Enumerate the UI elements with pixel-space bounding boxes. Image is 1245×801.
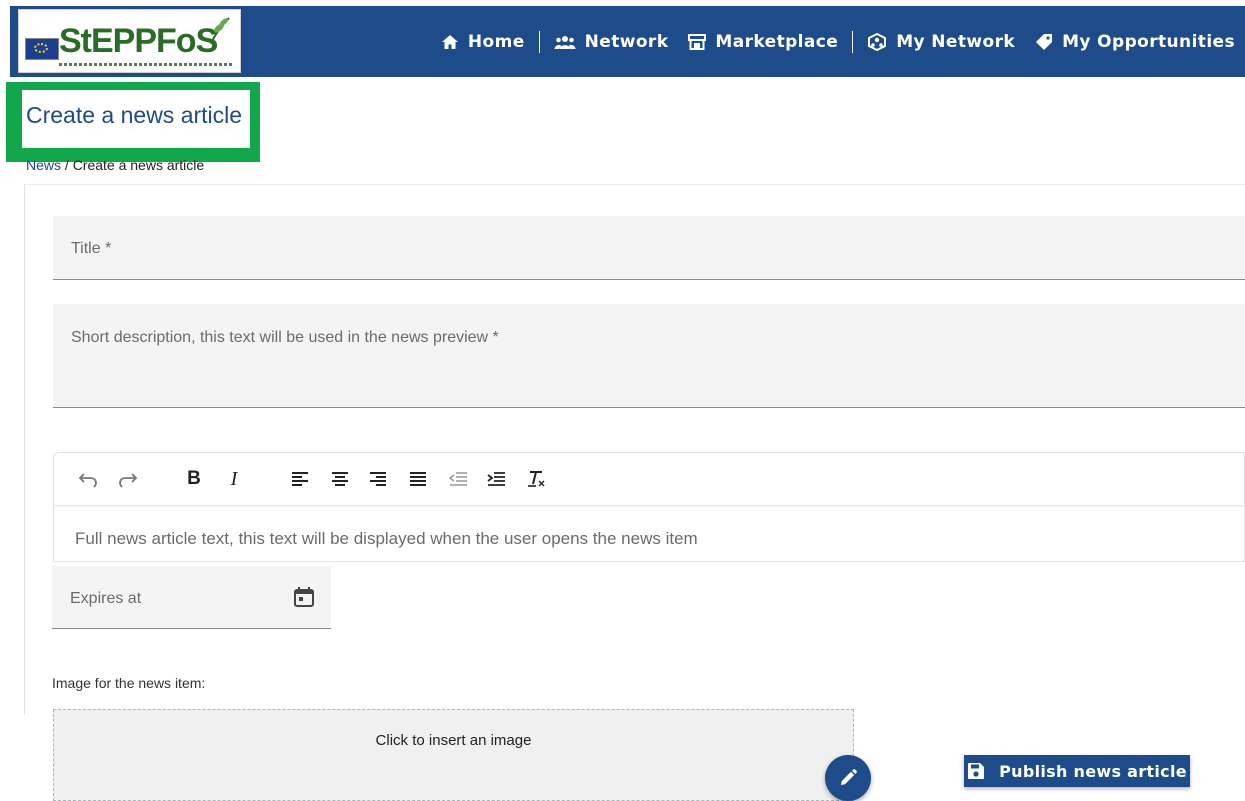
nav-network[interactable]: Network: [544, 32, 679, 52]
tag-icon: [1036, 33, 1053, 50]
nav-my-network[interactable]: My Network: [857, 32, 1025, 52]
nav-my-network-label: My Network: [896, 31, 1016, 52]
pencil-icon: [841, 769, 857, 785]
align-right-icon: [370, 472, 386, 486]
outdent-button[interactable]: [446, 467, 470, 491]
short-description-placeholder: Short description, this text will be use…: [71, 329, 499, 346]
editor-toolbar: B I: [54, 453, 1244, 506]
title-placeholder: Title *: [71, 240, 112, 257]
align-right-button[interactable]: [366, 467, 390, 491]
expires-at-placeholder: Expires at: [70, 590, 142, 607]
align-center-icon: [332, 472, 348, 486]
top-navbar: StEPPFoS Home Network Marketplace My Net…: [10, 6, 1245, 77]
expires-at-input[interactable]: Expires at: [52, 566, 331, 629]
breadcrumb: News / Create a news article: [26, 157, 204, 173]
leaf-icon: [210, 17, 230, 45]
nav-divider: [852, 30, 854, 53]
nav-network-label: Network: [584, 31, 669, 52]
align-left-button[interactable]: [288, 467, 312, 491]
rich-text-editor[interactable]: B I Full news article text, this text wi…: [53, 452, 1245, 562]
publish-button-label: Publish news article: [999, 761, 1187, 781]
title-input[interactable]: Title *: [53, 216, 1245, 280]
main-nav: Home Network Marketplace My Network My O…: [431, 6, 1245, 77]
title-highlight: Create a news article: [6, 82, 260, 162]
network-icon: [868, 32, 887, 51]
breadcrumb-separator: /: [64, 157, 69, 173]
logo-tagline: [59, 63, 234, 66]
indent-button[interactable]: [484, 467, 508, 491]
nav-marketplace-label: Marketplace: [715, 31, 839, 52]
breadcrumb-news-link[interactable]: News: [26, 157, 61, 173]
italic-button[interactable]: I: [222, 467, 246, 491]
image-dropzone[interactable]: Click to insert an image: [53, 709, 854, 801]
store-icon: [688, 33, 707, 50]
image-dropzone-text: Click to insert an image: [375, 732, 532, 749]
breadcrumb-current: Create a news article: [72, 157, 205, 173]
nav-divider: [538, 30, 540, 53]
calendar-icon[interactable]: [293, 586, 315, 608]
align-left-icon: [292, 472, 308, 486]
steppfos-logo[interactable]: StEPPFoS: [18, 9, 241, 73]
nav-home[interactable]: Home: [431, 32, 535, 52]
users-icon: [554, 35, 576, 49]
editor-placeholder: Full news article text, this text will b…: [75, 529, 698, 548]
eu-flag-icon: [25, 38, 59, 60]
redo-button[interactable]: [116, 467, 140, 491]
nav-my-opportunities[interactable]: My Opportunities: [1025, 32, 1245, 52]
outdent-icon: [448, 472, 467, 486]
edit-fab-button[interactable]: [825, 755, 871, 801]
align-center-button[interactable]: [328, 467, 352, 491]
home-icon: [441, 34, 458, 49]
title-container: Create a news article: [22, 90, 250, 148]
short-description-input[interactable]: Short description, this text will be use…: [53, 304, 1245, 408]
nav-marketplace[interactable]: Marketplace: [678, 32, 848, 52]
logo-text: StEPPFoS: [59, 22, 218, 60]
clear-format-button[interactable]: [524, 467, 548, 491]
bold-button[interactable]: B: [182, 467, 206, 491]
indent-icon: [487, 472, 505, 486]
justify-button[interactable]: [406, 467, 430, 491]
page-title: Create a news article: [26, 102, 243, 128]
undo-icon: [78, 473, 97, 488]
nav-my-opportunities-label: My Opportunities: [1062, 31, 1235, 52]
clear-format-icon: [528, 471, 545, 487]
redo-icon: [119, 473, 138, 488]
image-label: Image for the news item:: [52, 675, 206, 691]
save-icon: [968, 763, 985, 779]
justify-icon: [410, 472, 426, 486]
publish-news-article-button[interactable]: Publish news article: [964, 755, 1190, 787]
undo-button[interactable]: [76, 467, 100, 491]
nav-home-label: Home: [467, 31, 525, 52]
